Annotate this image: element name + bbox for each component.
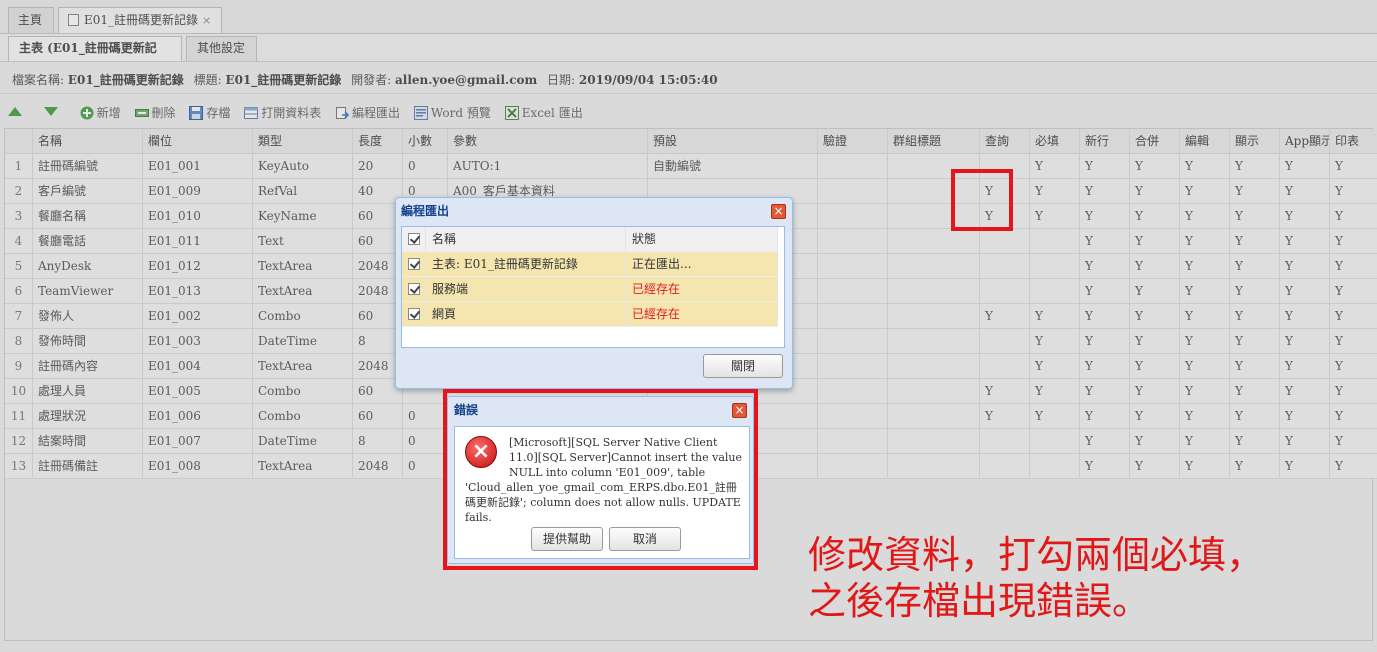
list-item[interactable]: 網頁 已經存在 bbox=[402, 302, 778, 327]
list-item[interactable]: 服務端 已經存在 bbox=[402, 277, 778, 302]
export-item-name: 服務端 bbox=[426, 277, 626, 302]
export-item-status: 正在匯出... bbox=[626, 252, 778, 277]
checkbox-icon bbox=[408, 283, 420, 295]
row-checkbox[interactable] bbox=[402, 302, 426, 327]
export-dialog: 編程匯出 × 名稱 狀態 主表: E01_註冊碼更新記錄 正在匯出... 服務端 已經存在… bbox=[395, 197, 793, 389]
export-header-row: 名稱 狀態 bbox=[402, 227, 778, 252]
export-column-header[interactable]: 狀態 bbox=[626, 227, 778, 252]
checkbox-icon bbox=[408, 258, 420, 270]
checkbox-icon bbox=[408, 233, 420, 245]
list-item[interactable]: 主表: E01_註冊碼更新記錄 正在匯出... bbox=[402, 252, 778, 277]
page: 主頁 E01_註冊碼更新記錄× 主表 (E01_註冊碼更新記錄) 其他設定 檔案… bbox=[0, 0, 1377, 652]
close-icon[interactable]: × bbox=[771, 204, 786, 219]
annotation-text: 修改資料，打勾兩個必填， 之後存檔出現錯誤。 bbox=[808, 532, 1368, 624]
export-item-name: 網頁 bbox=[426, 302, 626, 327]
annotation-line-1: 修改資料，打勾兩個必填， bbox=[808, 533, 1265, 577]
checkbox-icon bbox=[408, 308, 420, 320]
export-item-name: 主表: E01_註冊碼更新記錄 bbox=[426, 252, 626, 277]
export-item-status: 已經存在 bbox=[626, 302, 778, 327]
close-button[interactable]: 關閉 bbox=[703, 354, 783, 378]
export-column-header[interactable]: 名稱 bbox=[426, 227, 626, 252]
row-checkbox[interactable] bbox=[402, 277, 426, 302]
export-list: 名稱 狀態 主表: E01_註冊碼更新記錄 正在匯出... 服務端 已經存在 網頁 已經存在 bbox=[401, 226, 785, 348]
error-dialog-highlight bbox=[443, 389, 758, 570]
export-dialog-title: 編程匯出 bbox=[401, 204, 450, 218]
export-item-status: 已經存在 bbox=[626, 277, 778, 302]
annotation-line-2: 之後存檔出現錯誤。 bbox=[808, 579, 1151, 623]
select-all-checkbox[interactable] bbox=[402, 227, 426, 252]
required-column-highlight bbox=[951, 169, 1013, 231]
row-checkbox[interactable] bbox=[402, 252, 426, 277]
